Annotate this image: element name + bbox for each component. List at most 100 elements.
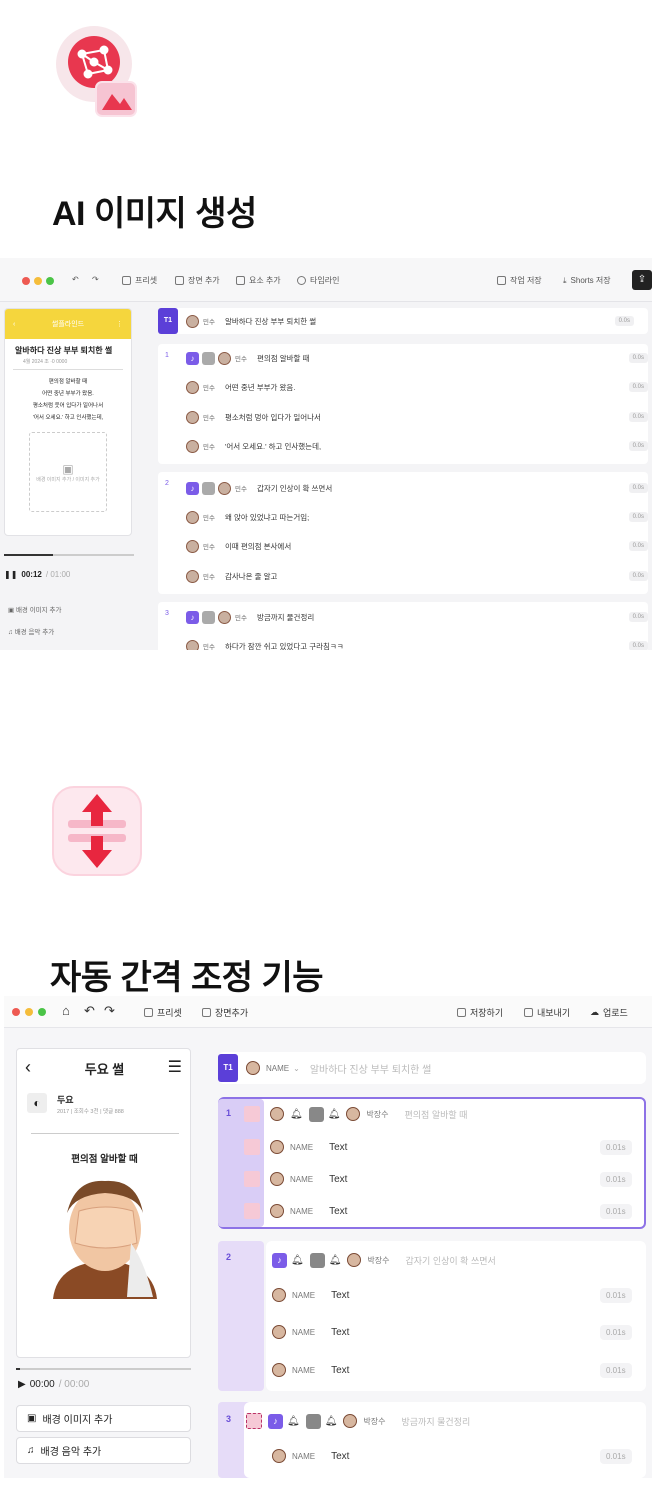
avatar[interactable] (186, 410, 199, 424)
save-work-button[interactable]: 작업 저장 (497, 275, 542, 286)
scene-row[interactable]: NAME Text (244, 1196, 347, 1226)
sound-icon[interactable] (309, 1252, 325, 1268)
scene-row[interactable]: ♪ 민수 방금까지 물건정리 0.0s (186, 603, 652, 631)
minimize-dot[interactable] (25, 1008, 33, 1016)
avatar[interactable] (270, 1204, 284, 1218)
scene-row[interactable]: NAME Text (272, 1280, 349, 1310)
undo-icon[interactable]: ↶ (84, 1003, 95, 1019)
dropdown-icon[interactable]: ⌄ (293, 1064, 300, 1073)
avatar[interactable] (272, 1288, 286, 1302)
duration[interactable]: 0.01s (600, 1204, 632, 1219)
close-dot[interactable] (22, 277, 30, 285)
menu-icon[interactable]: ☰ (168, 1057, 182, 1077)
avatar[interactable] (186, 314, 199, 328)
save-shorts-button[interactable]: ⤓ Shorts 저장 (563, 275, 611, 286)
sound-icon[interactable] (305, 1413, 321, 1429)
bell-icon[interactable]: 🔔︎ (329, 1255, 342, 1266)
add-scene-button[interactable]: 장면추가 (202, 1006, 248, 1019)
preset-button[interactable]: 프리셋 (122, 275, 157, 286)
duration[interactable]: 0.01s (600, 1172, 632, 1187)
scene-row[interactable]: NAME Text (272, 1317, 349, 1347)
scene-row[interactable]: NAME Text (272, 1441, 349, 1471)
color-swatch[interactable] (244, 1106, 260, 1122)
pause-icon[interactable]: ❚❚ (4, 570, 17, 579)
bell-icon[interactable]: ♪ (186, 481, 199, 495)
scene-row[interactable]: 민수 평소처럼 멍아 입다가 일어나서 0.0s (186, 403, 652, 431)
color-swatch[interactable] (244, 1139, 260, 1155)
bell-icon[interactable]: 🔔︎ (290, 1109, 303, 1120)
undo-icon[interactable]: ↶ (72, 275, 79, 284)
avatar[interactable] (186, 380, 199, 394)
sound-icon[interactable] (202, 610, 215, 624)
sound-icon[interactable] (202, 351, 215, 365)
bell-icon[interactable]: 🔔︎ (291, 1255, 304, 1266)
scene-row[interactable]: ♪ 민수 갑자기 인상이 확 쓰면서 0.0s (186, 474, 652, 502)
redo-icon[interactable]: ↷ (104, 1003, 115, 1019)
bg-image-button[interactable]: ▣ 배경 이미지 추가 (16, 1405, 191, 1432)
avatar[interactable] (218, 610, 231, 624)
avatar[interactable] (270, 1140, 284, 1154)
scene-head-row[interactable]: ♪ 🔔︎ 🔔︎ 박장수 방금까지 물건정리 (246, 1406, 470, 1436)
progress-bar[interactable] (4, 554, 134, 556)
export-icon[interactable]: ⇪ (632, 270, 652, 290)
avatar[interactable] (186, 639, 199, 650)
scene-row[interactable]: 민수 '어서 오세요.' 하고 인사했는데, 0.0s (186, 432, 652, 460)
scene-row[interactable]: NAME Text (272, 1355, 349, 1385)
avatar[interactable] (343, 1414, 358, 1428)
duration[interactable]: 0.0s (614, 316, 634, 326)
scene-row[interactable]: 민수 이때 편의점 본사에서 0.0s (186, 532, 652, 560)
back-icon[interactable]: ‹ (13, 321, 15, 328)
timeline-button[interactable]: 타임라인 (297, 275, 339, 286)
preset-button[interactable]: 프리셋 (144, 1006, 182, 1019)
duration[interactable]: 0.01s (600, 1325, 632, 1340)
add-scene-button[interactable]: 장면 추가 (175, 275, 220, 286)
avatar[interactable] (270, 1107, 284, 1121)
avatar[interactable] (218, 351, 231, 365)
play-icon[interactable]: ▶ (18, 1379, 26, 1390)
scene-row[interactable]: 민수 어떤 중년 부부가 왔음. 0.0s (186, 373, 652, 401)
avatar[interactable] (272, 1449, 286, 1463)
more-icon[interactable]: ⋮ (116, 320, 123, 328)
avatar[interactable] (186, 510, 199, 524)
bell-icon[interactable]: ♪ (272, 1252, 287, 1268)
avatar[interactable] (186, 539, 199, 553)
color-swatch[interactable] (246, 1413, 262, 1429)
bg-image-button[interactable]: ▣ 배경 이미지 추가 (8, 604, 61, 614)
scene-row[interactable]: 민수 하다가 잠깐 쉬고 있었다고 구라침ㅋㅋ 0.0s (186, 632, 652, 650)
bell-icon[interactable]: 🔔︎ (287, 1416, 300, 1427)
bell-icon[interactable]: 🔔︎ (325, 1416, 338, 1427)
avatar[interactable] (346, 1107, 361, 1121)
duration[interactable]: 0.01s (600, 1363, 632, 1378)
save-button[interactable]: 저장하기 (457, 1006, 503, 1019)
scene-row[interactable]: 민수 감사나온 줄 알고 0.0s (186, 562, 652, 590)
avatar[interactable] (246, 1061, 260, 1075)
avatar[interactable] (272, 1363, 286, 1377)
add-element-button[interactable]: 요소 추가 (236, 275, 281, 286)
scene-row[interactable]: NAME Text (244, 1132, 347, 1162)
sound-icon[interactable] (308, 1106, 324, 1122)
duration[interactable]: 0.01s (600, 1449, 632, 1464)
avatar[interactable] (347, 1253, 362, 1267)
scene-row[interactable]: ♪ 민수 편의점 알바할 때 0.0s (186, 344, 652, 372)
avatar[interactable] (218, 481, 231, 495)
scene-head-row[interactable]: 🔔︎ 🔔︎ 박장수 편의점 알바할 때 (244, 1099, 467, 1129)
scene-row[interactable]: 민수 왜 앉아 있었냐고 따는거임; 0.0s (186, 503, 652, 531)
scene-row[interactable]: NAME Text (244, 1164, 347, 1194)
redo-icon[interactable]: ↷ (92, 275, 99, 284)
bg-music-button[interactable]: ♫ 배경 음악 추가 (16, 1437, 191, 1464)
export-button[interactable]: 내보내기 (524, 1006, 570, 1019)
upload-button[interactable]: ☁ 업로드 (590, 1006, 628, 1019)
avatar[interactable] (272, 1325, 286, 1339)
bell-icon[interactable]: ♪ (268, 1413, 283, 1429)
maximize-dot[interactable] (38, 1008, 46, 1016)
image-placeholder[interactable]: ▣ 배경 이미지 추가 / 이미지 추가 (29, 432, 107, 512)
avatar[interactable] (186, 569, 199, 583)
progress-bar[interactable] (16, 1368, 191, 1370)
avatar[interactable] (186, 439, 199, 453)
close-dot[interactable] (12, 1008, 20, 1016)
duration[interactable]: 0.01s (600, 1140, 632, 1155)
scene-head-row[interactable]: ♪ 🔔︎ 🔔︎ 박장수 갑자기 인상이 확 쓰면서 (272, 1245, 496, 1275)
home-icon[interactable]: ⌂ (62, 1003, 70, 1018)
minimize-dot[interactable] (34, 277, 42, 285)
bg-music-button[interactable]: ♫ 배경 음악 추가 (8, 626, 54, 636)
